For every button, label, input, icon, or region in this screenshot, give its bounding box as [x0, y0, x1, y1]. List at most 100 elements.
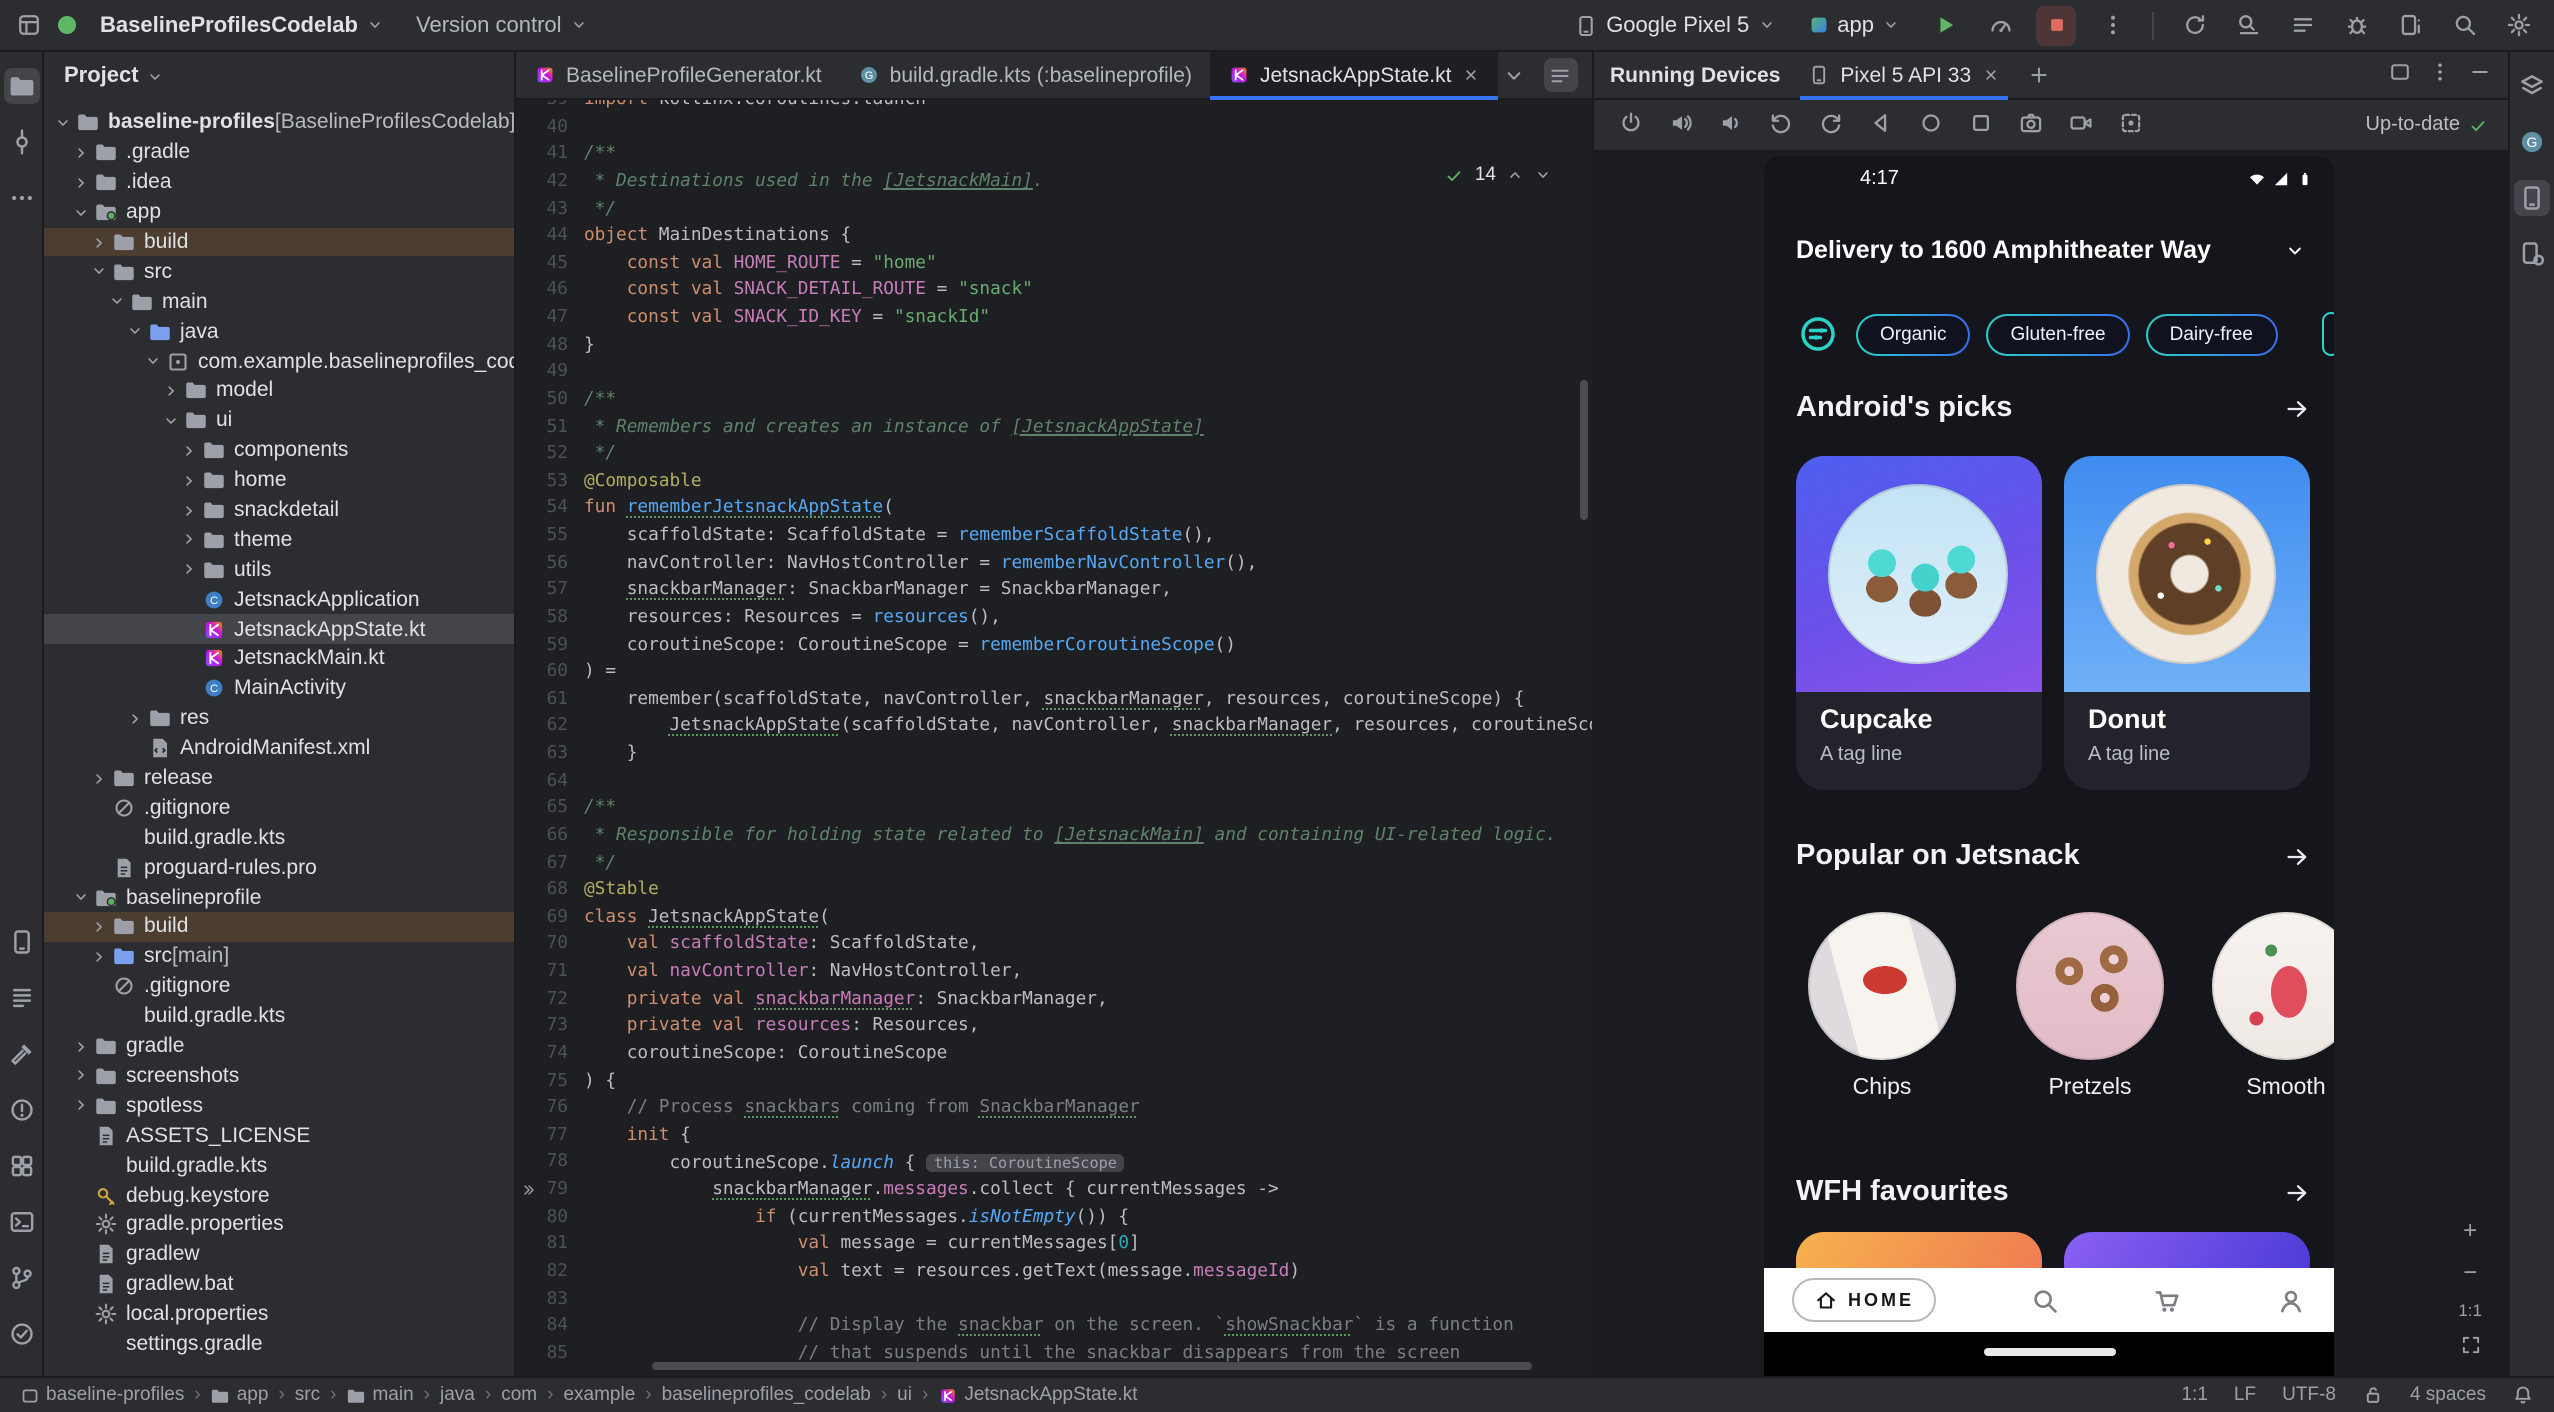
chevron-right-icon[interactable]	[178, 561, 200, 579]
tree-item-gradle[interactable]: gradle	[44, 1031, 514, 1061]
editor-horizontal-scrollbar[interactable]	[652, 1362, 1532, 1370]
chevron-down-icon[interactable]	[70, 888, 92, 906]
device-overview-button[interactable]	[1964, 109, 1996, 141]
tree-item-main[interactable]: main	[44, 287, 514, 317]
chevron-right-icon[interactable]	[124, 710, 146, 728]
tree-item-gitignore[interactable]: .gitignore	[44, 793, 514, 823]
file-structure-button[interactable]	[1543, 58, 1578, 92]
device-selector[interactable]: Google Pixel 5	[1566, 9, 1783, 41]
tree-item-utils[interactable]: utils	[44, 555, 514, 585]
chevron-right-icon[interactable]	[70, 1037, 92, 1055]
tree-item-debug-keystore[interactable]: debug.keystore	[44, 1180, 514, 1210]
nav-home-button[interactable]: HOME	[1792, 1278, 1936, 1322]
arrow-right-icon[interactable]	[2284, 1179, 2310, 1205]
device-mirror-button[interactable]	[2390, 5, 2430, 45]
close-tab-icon[interactable]	[1981, 66, 1999, 84]
editor-tab-baselineprofilegenerator-kt[interactable]: BaselineProfileGenerator.kt	[516, 52, 840, 98]
main-menu-icon[interactable]	[16, 12, 42, 38]
tree-item-model[interactable]: model	[44, 376, 514, 406]
tree-item-build-gradle-kts[interactable]: build.gradle.kts	[44, 1001, 514, 1031]
add-device-icon[interactable]	[2027, 64, 2049, 86]
snack-card-donut[interactable]: Donut A tag line	[2064, 456, 2310, 790]
code-content[interactable]: import kotlinx.coroutines.launch/** * De…	[584, 100, 1592, 1376]
device-home-button[interactable]	[1914, 109, 1946, 141]
new-window-button[interactable]	[2388, 60, 2412, 90]
editor-tab-jetsnackappstate-kt[interactable]: JetsnackAppState.kt	[1210, 52, 1498, 100]
chevron-down-icon[interactable]	[52, 114, 74, 132]
nav-profile-icon[interactable]	[2276, 1285, 2306, 1315]
status-line-separator[interactable]: LF	[2234, 1384, 2256, 1406]
tree-item-gradle-properties[interactable]: gradle.properties	[44, 1210, 514, 1240]
device-screen-record-button[interactable]	[2064, 109, 2096, 141]
chevron-right-icon[interactable]	[70, 144, 92, 162]
arrow-right-icon[interactable]	[2284, 395, 2310, 421]
tree-item-ui[interactable]: ui	[44, 406, 514, 436]
filter-chip-gluten-free[interactable]: Gluten-free	[1986, 313, 2130, 355]
tree-item-build[interactable]: build	[44, 227, 514, 257]
next-issue-icon[interactable]	[1534, 166, 1552, 184]
tool-window-running-devices[interactable]	[2514, 180, 2550, 216]
tool-window-logcat[interactable]	[3, 980, 39, 1016]
run-button[interactable]	[1924, 5, 1964, 45]
device-power-button[interactable]	[1614, 109, 1646, 141]
bug-report-button[interactable]	[2336, 5, 2376, 45]
chevron-right-icon[interactable]	[88, 948, 110, 966]
chevron-down-icon[interactable]	[106, 293, 128, 311]
tool-window-todo[interactable]	[3, 1316, 39, 1352]
zoom-out-button[interactable]: −	[2463, 1258, 2477, 1286]
tree-item-jetsnackapplication[interactable]: C JetsnackApplication	[44, 585, 514, 615]
tool-window-gradle[interactable]: G	[2514, 124, 2550, 160]
chevron-right-icon[interactable]	[70, 173, 92, 191]
tree-item-jetsnackmain-kt[interactable]: JetsnackMain.kt	[44, 644, 514, 674]
device-rotate-left-button[interactable]	[1764, 109, 1796, 141]
tool-window-project[interactable]	[3, 68, 39, 104]
tool-window-build[interactable]	[3, 1036, 39, 1072]
tool-window-commit[interactable]	[3, 124, 39, 160]
tool-window-build-variants[interactable]	[2514, 68, 2550, 104]
arrow-right-icon[interactable]	[2284, 843, 2310, 869]
project-panel-header[interactable]: Project	[44, 52, 514, 100]
tree-item-idea[interactable]: .idea	[44, 168, 514, 198]
tool-window-device-manager[interactable]	[2514, 236, 2550, 272]
more-actions-button[interactable]	[2092, 5, 2132, 45]
device-snapshot-button[interactable]	[2114, 109, 2146, 141]
tree-item-gradlew-bat[interactable]: gradlew.bat	[44, 1269, 514, 1299]
tool-window-more-tool-windows[interactable]	[3, 180, 39, 216]
status-indent-style[interactable]: 4 spaces	[2410, 1384, 2486, 1406]
chevron-down-icon[interactable]	[124, 322, 146, 340]
hide-panel-button[interactable]	[2468, 60, 2492, 90]
chevron-right-icon[interactable]	[160, 382, 182, 400]
device-rotate-right-button[interactable]	[1814, 109, 1846, 141]
code-editor[interactable]: 39 40 41 42 43 44 45 46 47 48 49 50 51 52 53 54 55 56 57 58…	[516, 100, 1592, 1376]
tree-item-baseline-profiles[interactable]: baseline-profiles [BaselineProfilesCodel…	[44, 108, 514, 138]
delivery-selector[interactable]: Delivery to 1600 Amphitheater Way	[1796, 236, 2306, 264]
home-indicator[interactable]	[1983, 1348, 2115, 1355]
stop-button[interactable]	[2036, 5, 2076, 45]
tree-item-gradle[interactable]: .gradle	[44, 138, 514, 168]
tree-item-theme[interactable]: theme	[44, 525, 514, 555]
tree-item-baselineprofile[interactable]: baselineprofile	[44, 882, 514, 912]
breadcrumb-example[interactable]: example	[563, 1384, 635, 1406]
tree-item-jetsnackappstate-kt[interactable]: JetsnackAppState.kt	[44, 614, 514, 645]
device-volume-up-button[interactable]	[1664, 109, 1696, 141]
nav-cart-icon[interactable]	[2153, 1285, 2183, 1315]
chevron-right-icon[interactable]	[70, 1097, 92, 1115]
popular-item-pretzels[interactable]: Pretzels	[2016, 912, 2164, 1100]
chevron-right-icon[interactable]	[178, 441, 200, 459]
project-selector[interactable]: BaselineProfilesCodelab	[92, 9, 392, 41]
chevron-down-icon[interactable]	[142, 352, 164, 370]
run-config-selector[interactable]: app	[1799, 9, 1908, 41]
tree-item-mainactivity[interactable]: C MainActivity	[44, 674, 514, 704]
phone-screen[interactable]: 4:17 Delivery to 1600 Amphitheater Way O…	[1764, 156, 2334, 1376]
breadcrumb-java[interactable]: java	[440, 1384, 475, 1406]
editor-tab-build-gradle-kts-baselineprofile[interactable]: Gbuild.gradle.kts (:baselineprofile)	[840, 52, 1210, 98]
tool-window-device-explorer[interactable]	[3, 924, 39, 960]
readonly-lock-icon[interactable]	[2362, 1384, 2384, 1406]
zoom-fit-button[interactable]	[2459, 1334, 2481, 1362]
chevron-right-icon[interactable]	[70, 1067, 92, 1085]
tree-item-home[interactable]: home	[44, 465, 514, 495]
chevron-right-icon[interactable]	[88, 769, 110, 787]
breadcrumb-main[interactable]: main	[346, 1384, 414, 1406]
search-everywhere-button[interactable]	[2444, 5, 2484, 45]
popular-item-chips[interactable]: Chips	[1808, 912, 1956, 1100]
